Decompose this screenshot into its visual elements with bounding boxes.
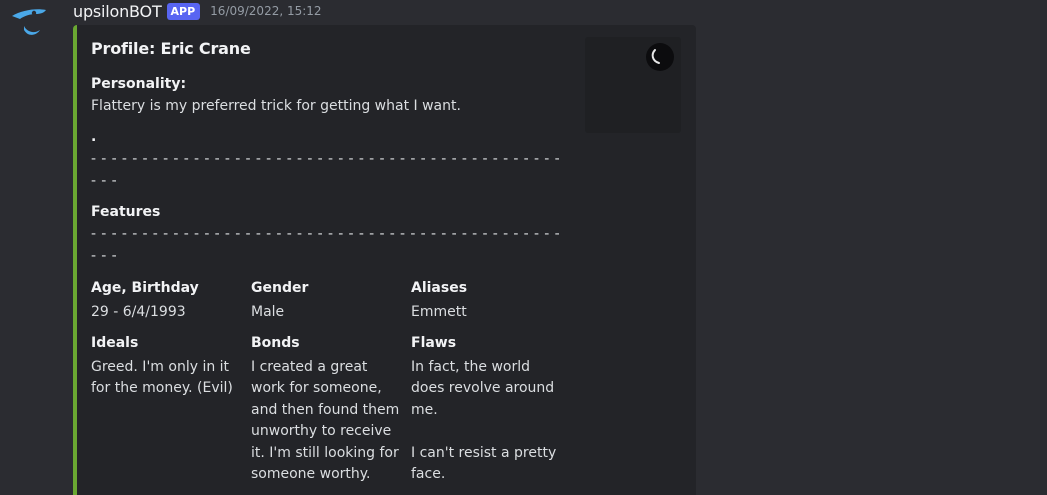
- dot-line: .: [91, 129, 97, 145]
- field-value: 29 - 6/4/1993: [91, 303, 186, 320]
- field-value: I created a great work for someone, and …: [251, 358, 400, 483]
- field-name: Aliases: [411, 280, 468, 296]
- field-ideals: Ideals Greed. I'm only in it for the mon…: [91, 333, 241, 400]
- field-value: In fact, the world does revolve around m…: [411, 358, 557, 483]
- field-value: Emmett: [411, 303, 467, 320]
- embed-title: Profile: Eric Crane: [91, 39, 251, 58]
- app-badge-label: APP: [170, 4, 196, 18]
- field-name: Ideals: [91, 335, 139, 351]
- avatar-logo-icon: [12, 9, 46, 35]
- timestamp: 16/09/2022, 15:12: [210, 4, 322, 18]
- thumbnail-icon: [646, 43, 674, 71]
- separator-line-wrap: - - -: [91, 173, 118, 189]
- chat-message: upsilonBOT APP 16/09/2022, 15:12 Profile…: [0, 0, 1047, 495]
- field-name: Gender: [251, 280, 309, 296]
- field-name: Bonds: [251, 335, 300, 351]
- features-label: Features: [91, 204, 161, 220]
- separator-line: - - - - - - - - - - - - - - - - - - - - …: [91, 226, 561, 242]
- field-gender: Gender Male: [251, 278, 409, 323]
- app-badge: APP: [166, 2, 201, 20]
- bot-avatar[interactable]: [10, 2, 50, 42]
- field-aliases: Aliases Emmett: [411, 278, 569, 323]
- username[interactable]: upsilonBOT: [73, 2, 162, 21]
- field-flaws: Flaws In fact, the world does revolve ar…: [411, 333, 561, 486]
- separator-line-wrap: - - -: [91, 248, 118, 264]
- field-name: Flaws: [411, 335, 457, 351]
- field-value: Greed. I'm only in it for the money. (Ev…: [91, 358, 233, 397]
- embed-thumbnail[interactable]: [585, 37, 681, 133]
- personality-text: Flattery is my preferred trick for getti…: [91, 98, 461, 114]
- field-value: Male: [251, 303, 285, 320]
- profile-embed: Profile: Eric Crane Personality: Flatter…: [73, 25, 696, 495]
- field-name: Age, Birthday: [91, 280, 199, 296]
- personality-label: Personality:: [91, 76, 187, 92]
- message-header: upsilonBOT APP 16/09/2022, 15:12: [73, 0, 322, 22]
- field-bonds: Bonds I created a great work for someone…: [251, 333, 405, 486]
- embed-description: Personality: Flattery is my preferred tr…: [91, 73, 561, 267]
- field-age-birthday: Age, Birthday 29 - 6/4/1993: [91, 278, 249, 323]
- separator-line: - - - - - - - - - - - - - - - - - - - - …: [91, 151, 561, 167]
